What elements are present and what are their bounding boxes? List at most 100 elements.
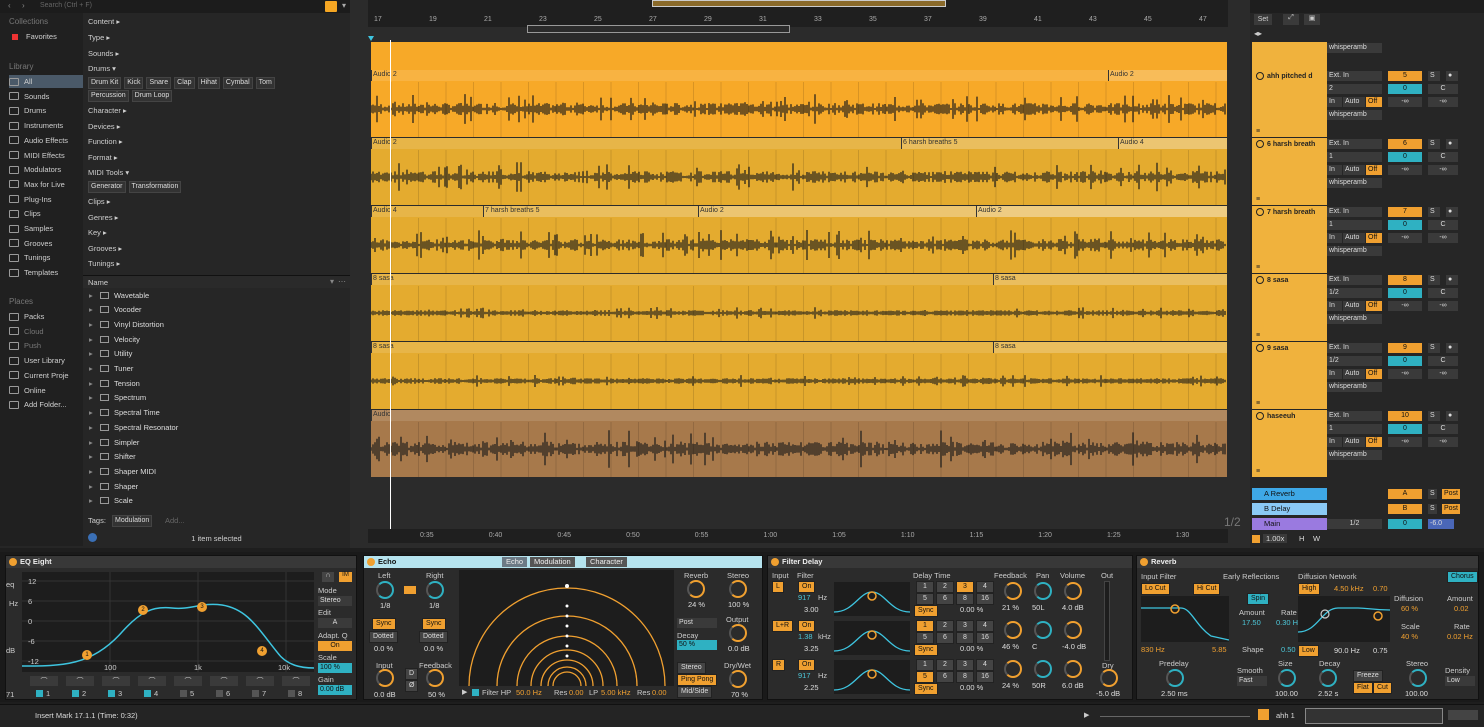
- expand-icon[interactable]: ▸: [89, 349, 94, 358]
- clip-view-icon[interactable]: ≡: [1256, 264, 1260, 271]
- filter-key[interactable]: Key ▸: [88, 228, 107, 237]
- reverb-size-knob[interactable]: [1278, 669, 1296, 687]
- eq-adaptive-icon[interactable]: IM: [339, 572, 352, 582]
- fdelay-dry-knob[interactable]: [1100, 669, 1118, 687]
- mixer-track[interactable]: 9 sasa ≡: [1252, 342, 1327, 409]
- reverb-stereo-knob[interactable]: [1409, 669, 1427, 687]
- filter-icon[interactable]: ▾: [330, 277, 334, 286]
- arm-button[interactable]: ●: [1446, 343, 1458, 353]
- return-track[interactable]: Main: [1252, 518, 1327, 530]
- echo-lp-value[interactable]: 5.00 kHz: [601, 688, 631, 697]
- echo-input-knob[interactable]: [376, 669, 394, 687]
- list-item[interactable]: ▸ Shifter: [83, 450, 350, 464]
- input-channel-select[interactable]: 1: [1327, 220, 1382, 230]
- track-lane[interactable]: Audio 2 6 harsh breaths 5 Audio 4: [371, 138, 1227, 205]
- echo-left-knob[interactable]: [376, 581, 394, 599]
- fdelay-filter-display[interactable]: [834, 582, 910, 616]
- input-channel-select[interactable]: 1: [1327, 152, 1382, 162]
- filter-shape-icon[interactable]: ⌒: [66, 676, 94, 686]
- monitor-auto-button[interactable]: Auto: [1343, 97, 1365, 107]
- eq-band-4-dot[interactable]: 4: [257, 646, 267, 656]
- filter-tunings[interactable]: Tunings ▸: [88, 259, 120, 268]
- delay-time-6[interactable]: 6: [936, 671, 954, 683]
- clip-header[interactable]: [371, 410, 1227, 421]
- reverb-decay-knob[interactable]: [1319, 669, 1337, 687]
- sidebar-item-templates[interactable]: Templates: [9, 266, 83, 279]
- solo-button[interactable]: S: [1428, 504, 1437, 514]
- delay-time-8[interactable]: 8: [956, 593, 974, 605]
- echo-left-dotted[interactable]: Dotted: [369, 631, 398, 643]
- filter-function[interactable]: Function ▸: [88, 137, 123, 146]
- echo-res1-value[interactable]: 0.00: [569, 688, 584, 697]
- sidebar-item-all[interactable]: All: [9, 75, 83, 88]
- fdelay-q[interactable]: 3.25: [804, 644, 819, 653]
- power-icon[interactable]: [367, 558, 375, 566]
- beat-ruler[interactable]: 17 19 21 23 25 27 29 31 33 35 37 39 41 43 45 47: [368, 13, 1228, 27]
- list-item[interactable]: ▸ Utility: [83, 347, 350, 361]
- input-type-select[interactable]: Ext. In: [1327, 139, 1382, 149]
- list-header[interactable]: Name ▾ ⋯: [83, 275, 350, 288]
- expand-icon[interactable]: ▸: [89, 408, 94, 417]
- sidebar-item-grooves[interactable]: Grooves: [9, 237, 83, 250]
- output-select[interactable]: whisperamb: [1327, 110, 1382, 120]
- list-item[interactable]: ▸ Velocity: [83, 332, 350, 346]
- track-activator[interactable]: 7: [1388, 207, 1422, 217]
- filter-shape-icon[interactable]: ⌒: [30, 676, 58, 686]
- band-toggle[interactable]: [36, 690, 43, 697]
- reverb-diffusion-value[interactable]: 60 %: [1401, 604, 1418, 613]
- input-channel-select[interactable]: 1/2: [1327, 356, 1382, 366]
- eq-scale-value[interactable]: 100 %: [318, 663, 352, 673]
- tab-character[interactable]: Character: [586, 557, 627, 567]
- solo-button[interactable]: S: [1428, 275, 1440, 285]
- expand-icon[interactable]: ▸: [89, 496, 94, 505]
- mixer-track[interactable]: ahh pitched d ≡: [1252, 70, 1327, 137]
- send-a-value[interactable]: -∞: [1388, 301, 1422, 311]
- eq-adapt-toggle[interactable]: On: [318, 641, 352, 651]
- fdelay-channel-lr[interactable]: L+R: [772, 620, 794, 632]
- delay-time-6[interactable]: 6: [936, 593, 954, 605]
- list-item[interactable]: ▸ Wavetable: [83, 288, 350, 302]
- clip-view-icon[interactable]: ≡: [1256, 196, 1260, 203]
- input-channel-select[interactable]: 1/2: [1327, 288, 1382, 298]
- list-item[interactable]: ▸ Spectrum: [83, 391, 350, 405]
- monitor-in-button[interactable]: In: [1327, 97, 1342, 107]
- fdelay-freq[interactable]: 1.38: [798, 632, 813, 641]
- sidebar-place-online[interactable]: Online: [9, 384, 83, 397]
- reverb-lo-val[interactable]: 0.75: [1373, 646, 1388, 655]
- filter-shape-icon[interactable]: ⌒: [282, 676, 310, 686]
- playhead-marker[interactable]: [368, 36, 374, 41]
- filter-tag[interactable]: Hihat: [197, 77, 220, 89]
- w-button[interactable]: W: [1313, 534, 1320, 543]
- echo-hp-value[interactable]: 50.0 Hz: [516, 688, 542, 697]
- input-type-select[interactable]: Ext. In: [1327, 411, 1382, 421]
- expand-icon[interactable]: ▸: [89, 379, 94, 388]
- reverb-filter-display[interactable]: [1141, 596, 1229, 642]
- lock-icon[interactable]: ▣: [1304, 14, 1320, 25]
- sidebar-item-modulators[interactable]: Modulators: [9, 163, 83, 176]
- reverb-high-button[interactable]: High: [1298, 583, 1321, 595]
- output-select[interactable]: whisperamb: [1327, 382, 1382, 392]
- fdelay-freq[interactable]: 917: [798, 593, 811, 602]
- fdelay-pans-knob[interactable]: [1034, 582, 1052, 600]
- more-icon[interactable]: ⋯: [338, 277, 346, 286]
- search-input[interactable]: Search (Ctrl + F): [40, 2, 92, 9]
- output-select[interactable]: whisperamb: [1327, 178, 1382, 188]
- filter-sounds[interactable]: Sounds ▸: [88, 49, 119, 58]
- pan-value[interactable]: C: [1428, 288, 1458, 298]
- track-activator[interactable]: 9: [1388, 343, 1422, 353]
- sidebar-item-midi-effects[interactable]: MIDI Effects: [9, 149, 83, 162]
- output-select[interactable]: whisperamb: [1327, 450, 1382, 460]
- tab-echo[interactable]: Echo: [502, 557, 528, 567]
- send-a-value[interactable]: -∞: [1388, 97, 1422, 107]
- echo-feedback-knob[interactable]: [426, 669, 444, 687]
- fold-icon[interactable]: [1256, 140, 1264, 148]
- list-item[interactable]: ▸ Vinyl Distortion: [83, 317, 350, 331]
- sidebar-item-max-for-live[interactable]: Max for Live: [9, 178, 83, 191]
- fdelay-vols-knob[interactable]: [1064, 660, 1082, 678]
- send-b-value[interactable]: -∞: [1428, 165, 1458, 175]
- band-toggle[interactable]: [144, 690, 151, 697]
- track-activator[interactable]: 6: [1388, 139, 1422, 149]
- monitor-in-button[interactable]: In: [1327, 233, 1342, 243]
- volume-value[interactable]: 0: [1388, 288, 1422, 298]
- help-icon[interactable]: [88, 533, 97, 542]
